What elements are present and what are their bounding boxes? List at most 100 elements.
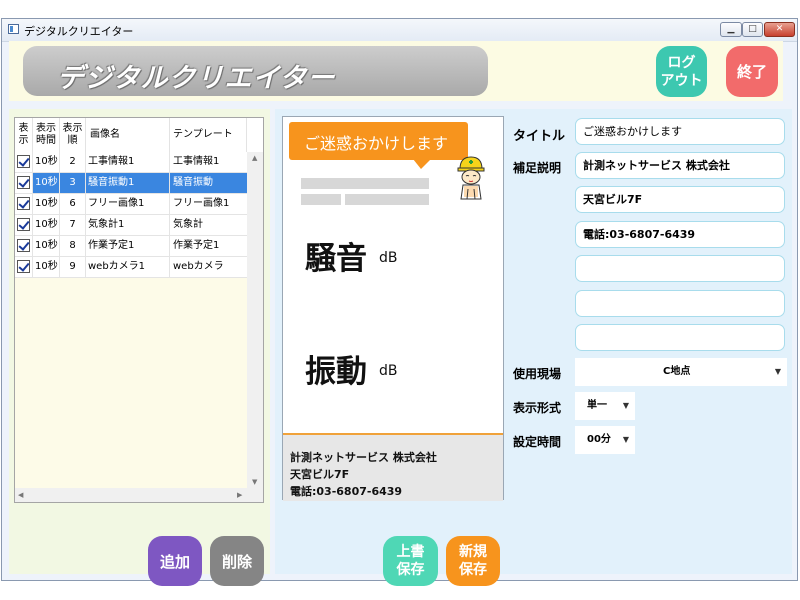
overwrite-label-line2: 保存 bbox=[396, 562, 425, 578]
vibration-label: 振動 bbox=[305, 354, 367, 390]
supplement-input-5[interactable] bbox=[575, 290, 785, 317]
table-row[interactable]: 10秒 8 作業予定1 作業予定1 bbox=[15, 236, 247, 257]
app-banner: デジタルクリエイター bbox=[23, 46, 488, 96]
row-time: 10秒 bbox=[33, 236, 60, 256]
exit-button[interactable]: 終了 bbox=[726, 46, 778, 97]
row-order: 6 bbox=[60, 194, 86, 214]
row-template: フリー画像1 bbox=[173, 198, 230, 209]
logout-button[interactable]: ログ アウト bbox=[656, 46, 707, 97]
row-time: 10秒 bbox=[33, 257, 60, 277]
row-image-name: 気象計1 bbox=[86, 215, 170, 235]
bowing-worker-icon bbox=[457, 156, 485, 200]
table-row[interactable]: 10秒 6 フリー画像1 フリー画像1 bbox=[15, 194, 247, 215]
footer-line3: 電話:03-6807-6439 bbox=[290, 485, 403, 498]
app-window: デジタルクリエイター ▁ □ ✕ デジタルクリエイター ログ アウト 終了 表示… bbox=[1, 18, 798, 586]
header-image-name[interactable]: 画像名 bbox=[86, 118, 170, 152]
scroll-left-icon[interactable]: ◀ bbox=[18, 491, 23, 499]
row-template: 作業予定1 bbox=[173, 240, 220, 251]
left-panel: 表示 表示時間 表示順 画像名 テンプレート 10秒 2 工事情報1 工事情報1… bbox=[9, 109, 270, 586]
footer-line2: 天宮ビル7F bbox=[290, 468, 350, 481]
time-select-value: 00分 bbox=[587, 434, 611, 445]
header-time[interactable]: 表示時間 bbox=[33, 118, 60, 152]
row-template: 工事情報1 bbox=[173, 156, 220, 167]
close-button[interactable]: ✕ bbox=[764, 22, 795, 37]
placeholder-bar bbox=[301, 178, 429, 189]
row-order: 7 bbox=[60, 215, 86, 235]
supplement-label: 補足説明 bbox=[513, 161, 562, 175]
speech-bubble: ご迷惑おかけします bbox=[289, 122, 468, 160]
title-bar[interactable]: デジタルクリエイター ▁ □ ✕ bbox=[2, 19, 797, 42]
preview-footer: 計測ネットサービス 株式会社 天宮ビル7F 電話:03-6807-6439 bbox=[283, 433, 503, 501]
footer-line1: 計測ネットサービス 株式会社 bbox=[290, 451, 437, 464]
scroll-down-icon[interactable]: ▼ bbox=[252, 478, 257, 486]
site-select-value: C地点 bbox=[663, 366, 691, 377]
scroll-right-icon[interactable]: ▶ bbox=[237, 491, 242, 499]
row-checkbox[interactable] bbox=[17, 239, 30, 252]
header-show[interactable]: 表示 bbox=[15, 118, 33, 152]
overwrite-label-line1: 上書 bbox=[396, 544, 425, 560]
row-checkbox[interactable] bbox=[17, 176, 30, 189]
supplement-input-1[interactable]: 計測ネットサービス 株式会社 bbox=[575, 152, 785, 179]
time-label: 設定時間 bbox=[513, 435, 562, 449]
right-panel: ご迷惑おかけします 騒音 dB 振動 dB 計測ネットサービス 株式会社 天宮ビ… bbox=[275, 109, 792, 586]
overwrite-save-button[interactable]: 上書 保存 bbox=[383, 536, 438, 586]
new-save-label-line1: 新規 bbox=[459, 544, 487, 560]
table-row[interactable]: 10秒 9 webカメラ1 webカメラ bbox=[15, 257, 247, 278]
maximize-button[interactable]: □ bbox=[742, 22, 763, 37]
row-checkbox[interactable] bbox=[17, 218, 30, 231]
chevron-down-icon: ▼ bbox=[622, 435, 629, 444]
table-row-selected[interactable]: 10秒 3 騒音振動1 騒音振動 bbox=[15, 173, 247, 194]
row-time: 10秒 bbox=[33, 173, 60, 193]
noise-unit: dB bbox=[379, 250, 398, 266]
new-save-label-line2: 保存 bbox=[459, 562, 487, 578]
add-button[interactable]: 追加 bbox=[148, 536, 202, 586]
chevron-down-icon: ▼ bbox=[622, 401, 629, 410]
format-select-value: 単一 bbox=[587, 400, 607, 411]
table-row[interactable]: 10秒 2 工事情報1 工事情報1 bbox=[15, 152, 247, 173]
signboard-preview: ご迷惑おかけします 騒音 dB 振動 dB 計測ネットサービス 株式会社 天宮ビ… bbox=[282, 116, 504, 501]
supplement-input-6[interactable] bbox=[575, 324, 785, 351]
speech-bubble-tail bbox=[413, 159, 431, 169]
row-checkbox[interactable] bbox=[17, 155, 30, 168]
image-list[interactable]: 表示 表示時間 表示順 画像名 テンプレート 10秒 2 工事情報1 工事情報1… bbox=[14, 117, 264, 503]
list-header: 表示 表示時間 表示順 画像名 テンプレート bbox=[15, 118, 263, 153]
row-image-name: 騒音振動1 bbox=[86, 173, 170, 193]
noise-label: 騒音 bbox=[305, 241, 367, 277]
row-template: webカメラ bbox=[173, 261, 224, 272]
header-order[interactable]: 表示順 bbox=[60, 118, 86, 152]
minimize-button[interactable]: ▁ bbox=[720, 22, 742, 37]
site-select[interactable]: C地点 ▼ bbox=[575, 358, 787, 386]
scroll-up-icon[interactable]: ▲ bbox=[252, 154, 257, 162]
supplement-input-4[interactable] bbox=[575, 255, 785, 282]
format-select[interactable]: 単一 ▼ bbox=[575, 392, 635, 420]
table-row[interactable]: 10秒 7 気象計1 気象計 bbox=[15, 215, 247, 236]
row-time: 10秒 bbox=[33, 194, 60, 214]
title-label: タイトル bbox=[513, 129, 566, 144]
supplement-input-3[interactable]: 電話:03-6807-6439 bbox=[575, 221, 785, 248]
vertical-scrollbar[interactable]: ▲ ▼ bbox=[247, 152, 263, 488]
site-label: 使用現場 bbox=[513, 367, 562, 381]
row-time: 10秒 bbox=[33, 215, 60, 235]
logout-label-line2: アウト bbox=[660, 72, 703, 89]
row-image-name: フリー画像1 bbox=[86, 194, 170, 214]
placeholder-bar bbox=[301, 194, 341, 205]
row-checkbox[interactable] bbox=[17, 197, 30, 210]
row-image-name: 作業予定1 bbox=[86, 236, 170, 256]
row-time: 10秒 bbox=[33, 152, 60, 172]
new-save-button[interactable]: 新規 保存 bbox=[446, 536, 500, 586]
row-image-name: 工事情報1 bbox=[86, 152, 170, 172]
title-input[interactable]: ご迷惑おかけします bbox=[575, 118, 785, 145]
vibration-unit: dB bbox=[379, 363, 398, 379]
horizontal-scrollbar[interactable]: ◀ ▶ bbox=[15, 488, 263, 502]
time-select[interactable]: 00分 ▼ bbox=[575, 426, 635, 454]
row-checkbox[interactable] bbox=[17, 260, 30, 273]
row-image-name: webカメラ1 bbox=[86, 257, 170, 277]
row-order: 9 bbox=[60, 257, 86, 277]
window-title: デジタルクリエイター bbox=[24, 25, 134, 38]
row-order: 2 bbox=[60, 152, 86, 172]
supplement-input-2[interactable]: 天宮ビル7F bbox=[575, 186, 785, 213]
header-template[interactable]: テンプレート bbox=[170, 118, 247, 152]
delete-button[interactable]: 削除 bbox=[210, 536, 264, 586]
app-icon bbox=[8, 24, 19, 34]
row-order: 3 bbox=[60, 173, 86, 193]
